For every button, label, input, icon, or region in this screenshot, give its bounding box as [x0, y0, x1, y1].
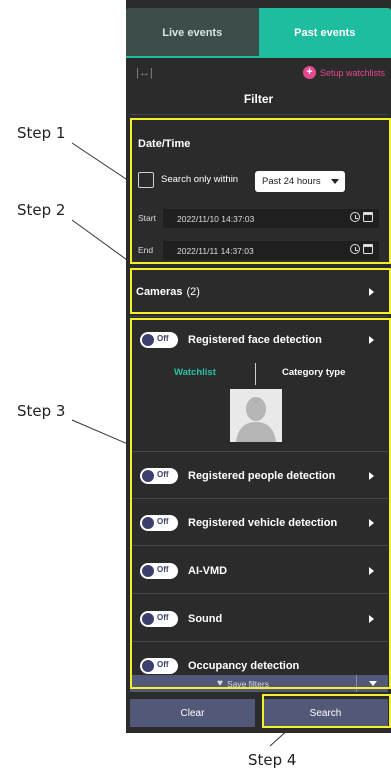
- search-button[interactable]: Search: [263, 699, 388, 727]
- start-datetime-value: 2022/11/10 14:37:03: [177, 213, 255, 224]
- start-datetime-field[interactable]: 2022/11/10 14:37:03: [163, 209, 379, 228]
- time-range-select[interactable]: Past 24 hours: [255, 171, 345, 192]
- face-placeholder-avatar[interactable]: [230, 389, 282, 442]
- chevron-right-icon: [369, 615, 374, 623]
- clear-button-label: Clear: [180, 707, 205, 719]
- tab-live-events-label: Live events: [162, 27, 223, 39]
- start-picker-icons: [350, 212, 373, 222]
- time-range-value: Past 24 hours: [262, 176, 321, 187]
- toggle-off-text: Off: [157, 334, 169, 343]
- cameras-text: Cameras: [136, 286, 183, 298]
- chevron-right-icon: [369, 519, 374, 527]
- event-tabs: Live events Past events: [126, 8, 391, 58]
- divider: [130, 498, 388, 499]
- search-button-label: Search: [309, 707, 342, 719]
- chevron-right-icon: [369, 472, 374, 480]
- chevron-right-icon: [369, 336, 374, 344]
- toggle-knob: [142, 334, 154, 346]
- occupancy-detection-label: Occupancy detection: [188, 660, 300, 672]
- clock-icon[interactable]: [350, 212, 360, 222]
- ai-vmd-label: AI-VMD: [188, 565, 228, 577]
- heart-icon: ♥: [217, 678, 223, 689]
- face-detection-row[interactable]: Off Registered face detection: [126, 322, 391, 358]
- divider: [130, 641, 388, 642]
- setup-watchlists-link[interactable]: + Setup watchlists: [302, 66, 385, 79]
- chevron-right-icon: [369, 567, 374, 575]
- filter-panel: Live events Past events |↔| + Setup watc…: [126, 0, 391, 733]
- action-buttons: Clear Search: [130, 699, 388, 727]
- vehicle-detection-toggle[interactable]: Off: [140, 515, 178, 531]
- person-silhouette-icon: [230, 389, 282, 442]
- search-within-label: Search only within: [161, 174, 239, 185]
- people-detection-row[interactable]: Off Registered people detection: [126, 458, 391, 494]
- start-label: Start: [138, 213, 156, 223]
- setup-watchlists-label: Setup watchlists: [319, 67, 385, 78]
- toggle-knob: [142, 565, 154, 577]
- toggle-off-text: Off: [157, 517, 169, 526]
- occupancy-detection-toggle[interactable]: Off: [140, 658, 178, 674]
- vehicle-detection-row[interactable]: Off Registered vehicle detection: [126, 505, 391, 541]
- end-picker-icons: [350, 244, 373, 254]
- vehicle-detection-label: Registered vehicle detection: [188, 517, 338, 529]
- end-datetime-field[interactable]: 2022/11/11 14:37:03: [163, 241, 379, 260]
- caret-down-icon: [368, 681, 377, 686]
- calendar-icon[interactable]: [363, 212, 373, 222]
- save-filters-label: Save filters: [226, 678, 269, 689]
- cameras-row[interactable]: Cameras (2): [126, 274, 391, 310]
- active-tab-underline: [126, 56, 391, 58]
- expand-width-icon[interactable]: |↔|: [136, 67, 153, 79]
- divider: [130, 316, 388, 317]
- divider: [130, 545, 388, 546]
- caret-down-icon: [331, 179, 339, 184]
- toggle-off-text: Off: [157, 613, 169, 622]
- tab-category-type[interactable]: Category type: [282, 367, 345, 378]
- people-detection-toggle[interactable]: Off: [140, 468, 178, 484]
- toggle-knob: [142, 517, 154, 529]
- toggle-knob: [142, 660, 154, 672]
- face-detection-label: Registered face detection: [188, 334, 322, 346]
- toggle-off-text: Off: [157, 565, 169, 574]
- people-detection-label: Registered people detection: [188, 470, 336, 482]
- save-filters-menu-button[interactable]: [357, 681, 388, 686]
- toggle-off-text: Off: [157, 470, 169, 479]
- cameras-count: (2): [186, 286, 200, 298]
- clear-button[interactable]: Clear: [130, 699, 255, 727]
- save-filters-button[interactable]: ♥ Save filters: [130, 678, 356, 689]
- tab-past-events-label: Past events: [294, 27, 356, 39]
- filter-title: Filter: [243, 92, 274, 106]
- divider: [130, 269, 388, 270]
- plus-circle-icon: +: [302, 66, 316, 79]
- end-datetime-value: 2022/11/11 14:37:03: [177, 245, 254, 256]
- toggle-knob: [142, 470, 154, 482]
- sound-label: Sound: [188, 613, 223, 625]
- tab-divider: [255, 363, 256, 385]
- calendar-icon[interactable]: [363, 244, 373, 254]
- ai-vmd-row[interactable]: Off AI-VMD: [126, 553, 391, 589]
- tab-past-events[interactable]: Past events: [258, 8, 391, 58]
- chevron-right-icon: [369, 288, 374, 296]
- watchlist-tabs: Watchlist Category type: [126, 363, 391, 385]
- ai-vmd-toggle[interactable]: Off: [140, 563, 178, 579]
- end-label: End: [138, 245, 154, 255]
- search-within-checkbox[interactable]: [138, 172, 154, 188]
- cameras-label: Cameras (2): [136, 286, 200, 298]
- face-detection-toggle[interactable]: Off: [140, 332, 178, 348]
- toggle-knob: [142, 613, 154, 625]
- save-filters-bar: ♥ Save filters: [130, 675, 388, 692]
- datetime-title: Date/Time: [138, 138, 191, 150]
- divider: [130, 593, 388, 594]
- tab-watchlist[interactable]: Watchlist: [174, 367, 216, 378]
- filter-topbar: |↔| + Setup watchlists: [126, 62, 391, 86]
- toggle-off-text: Off: [157, 660, 169, 669]
- clock-icon[interactable]: [350, 244, 360, 254]
- sound-row[interactable]: Off Sound: [126, 601, 391, 637]
- divider: [130, 451, 388, 452]
- divider: [130, 114, 388, 115]
- sound-toggle[interactable]: Off: [140, 611, 178, 627]
- tab-live-events[interactable]: Live events: [126, 8, 259, 58]
